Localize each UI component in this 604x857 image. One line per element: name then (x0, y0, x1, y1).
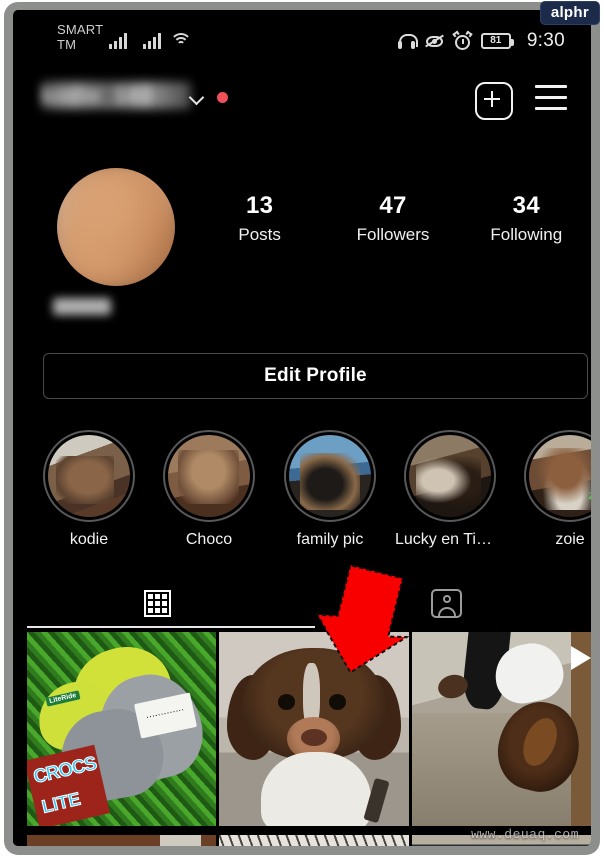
profile-tabs (13, 576, 591, 632)
highlight-choco[interactable]: Choco (162, 430, 256, 549)
phone-screen: SMART TM 81 9:30 kodie_143 13 Posts 47 F… (13, 10, 591, 846)
highlight-kodie[interactable]: kodie (42, 430, 136, 549)
stat-followers-label: Followers (356, 225, 430, 244)
phone-bezel: SMART TM 81 9:30 kodie_143 13 Posts 47 F… (4, 2, 600, 855)
stat-following-value: 34 (512, 192, 540, 219)
highlight-thumbnail (409, 435, 491, 517)
highlight-thumbnail (48, 435, 130, 517)
site-watermark: www.deuaq.com (471, 827, 579, 842)
post-partial-2[interactable] (219, 835, 409, 846)
post-text-overlay: CROCS (31, 753, 99, 789)
person-card-icon (431, 588, 462, 618)
story-highlights: kodie Choco family pic Lucky en Tim… Zo … (13, 430, 600, 560)
highlight-label: family pic (296, 531, 364, 548)
crocs-box: CROCS LITE (27, 745, 110, 826)
stat-followers[interactable]: 47 Followers (326, 192, 459, 247)
post-partial-1[interactable] (27, 835, 217, 846)
alphr-brand-badge: alphr (539, 1, 600, 25)
stat-following[interactable]: 34 Following (460, 192, 591, 247)
unread-indicator-dot (217, 92, 228, 103)
highlight-ring (163, 430, 255, 522)
post-text-overlay-2: LITE (39, 788, 83, 818)
highlight-ring (284, 430, 376, 522)
highlight-label: kodie (69, 531, 109, 548)
stat-followers-value: 47 (379, 192, 407, 219)
signal-bars-icon-2 (143, 32, 161, 49)
eye-off-icon (424, 32, 444, 51)
stat-posts-label: Posts (238, 225, 281, 244)
profile-stats: 13 Posts 47 Followers 34 Following (193, 192, 591, 247)
highlight-thumbnail (168, 435, 250, 517)
highlight-ring (404, 430, 496, 522)
edit-profile-button[interactable]: Edit Profile (43, 353, 588, 399)
carrier-name: SMART TM (57, 22, 103, 52)
screenshot-root: SMART TM 81 9:30 kodie_143 13 Posts 47 F… (0, 0, 604, 857)
stat-following-label: Following (490, 225, 563, 244)
alarm-clock-icon (452, 30, 473, 51)
carrier-line-1: SMART (57, 22, 104, 37)
chevron-down-icon[interactable] (191, 92, 204, 100)
hamburger-menu-button[interactable] (535, 85, 567, 112)
highlight-thumbnail (289, 435, 371, 517)
active-tab-underline (27, 626, 315, 628)
stat-posts-value: 13 (246, 192, 274, 219)
grid-tab[interactable] (13, 576, 302, 630)
stat-posts[interactable]: 13 Posts (193, 192, 326, 247)
app-header: kodie_143 (13, 68, 591, 138)
highlight-lucky-en-tim[interactable]: Lucky en Tim… (395, 430, 505, 549)
battery-percent: 81 (490, 35, 502, 46)
grid-icon (144, 589, 171, 617)
highlight-label: Lucky en Tim… (395, 531, 505, 548)
avatar-image-blurred (57, 168, 175, 286)
highlight-ring: Zoie (524, 430, 600, 522)
status-clock: 9:30 (526, 30, 565, 51)
video-play-icon (570, 646, 591, 670)
post-dog-video[interactable] (411, 632, 591, 826)
username-label[interactable]: kodie_143 (41, 82, 191, 109)
signal-bars-icon (109, 32, 127, 49)
highlight-thumbnail: Zoie (529, 435, 600, 517)
avatar[interactable] (57, 168, 175, 286)
status-bar: SMART TM 81 9:30 (13, 10, 591, 68)
post-crocs-shoes[interactable]: LiteRide CROCS LITE (27, 632, 217, 826)
wifi-icon (170, 32, 192, 49)
carrier-line-2: TM (57, 37, 77, 52)
headphones-icon (397, 32, 418, 51)
highlight-zoie[interactable]: Zoie zoie (523, 430, 600, 549)
highlight-badge: Zoie (588, 491, 600, 501)
highlight-label: Choco (185, 531, 233, 548)
highlight-label: zoie (555, 531, 585, 548)
add-post-button[interactable] (475, 82, 513, 120)
status-icons-right: 81 9:30 (397, 30, 565, 52)
battery-icon: 81 (480, 33, 514, 49)
bio-name-blurred (53, 298, 111, 315)
highlight-family-pic[interactable]: family pic (283, 430, 377, 549)
highlight-ring (43, 430, 135, 522)
